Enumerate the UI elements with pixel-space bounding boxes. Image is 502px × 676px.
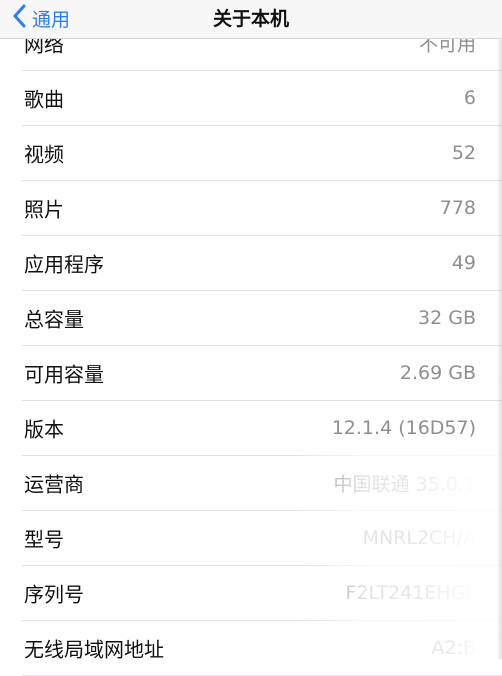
row-label: 应用程序 xyxy=(24,252,104,277)
row-value: 49 xyxy=(451,252,476,274)
row-songs[interactable]: 歌曲 6 xyxy=(22,71,502,126)
row-value: 6 xyxy=(463,87,476,109)
row-applications[interactable]: 应用程序 49 xyxy=(22,236,502,291)
row-label: 可用容量 xyxy=(24,362,104,387)
row-capacity: 总容量 32 GB xyxy=(22,291,502,346)
row-value: 52 xyxy=(451,142,476,164)
row-value: 2.69 GB xyxy=(399,362,476,384)
row-wifi-address: 无线局域网地址 A2:B xyxy=(22,621,502,676)
row-label: 型号 xyxy=(24,527,64,552)
page-title: 关于本机 xyxy=(212,8,289,30)
row-value: A2:B xyxy=(431,637,476,659)
row-value: 778 xyxy=(439,197,476,219)
row-carrier: 运营商 中国联通 35.0.1 xyxy=(22,456,502,511)
row-value: MNRL2CH/A xyxy=(362,527,476,549)
row-label: 序列号 xyxy=(24,582,84,607)
row-videos[interactable]: 视频 52 xyxy=(22,126,502,181)
row-available: 可用容量 2.69 GB xyxy=(22,346,502,401)
row-label: 无线局域网地址 xyxy=(24,637,164,662)
row-value: 32 GB xyxy=(418,307,476,329)
row-model: 型号 MNRL2CH/A xyxy=(22,511,502,566)
about-info-list: 网络 不可用 歌曲 6 视频 52 照片 778 应用程序 49 总容量 32 … xyxy=(0,16,502,676)
screen-edge-shadow xyxy=(497,38,502,659)
row-photos[interactable]: 照片 778 xyxy=(22,181,502,236)
row-value: F2LT241EHGL xyxy=(345,582,476,604)
row-value: 12.1.4 (16D57) xyxy=(331,417,476,439)
row-value: 中国联通 35.0.1 xyxy=(333,473,476,496)
row-label: 运营商 xyxy=(24,472,84,497)
navigation-bar: 通用 关于本机 xyxy=(0,0,502,39)
row-label: 版本 xyxy=(24,417,64,442)
row-version: 版本 12.1.4 (16D57) xyxy=(22,401,502,456)
row-serial-number: 序列号 F2LT241EHGL xyxy=(22,566,502,621)
row-label: 视频 xyxy=(24,142,64,167)
row-label: 照片 xyxy=(24,197,64,222)
row-label: 歌曲 xyxy=(24,87,64,112)
row-label: 总容量 xyxy=(24,307,84,332)
